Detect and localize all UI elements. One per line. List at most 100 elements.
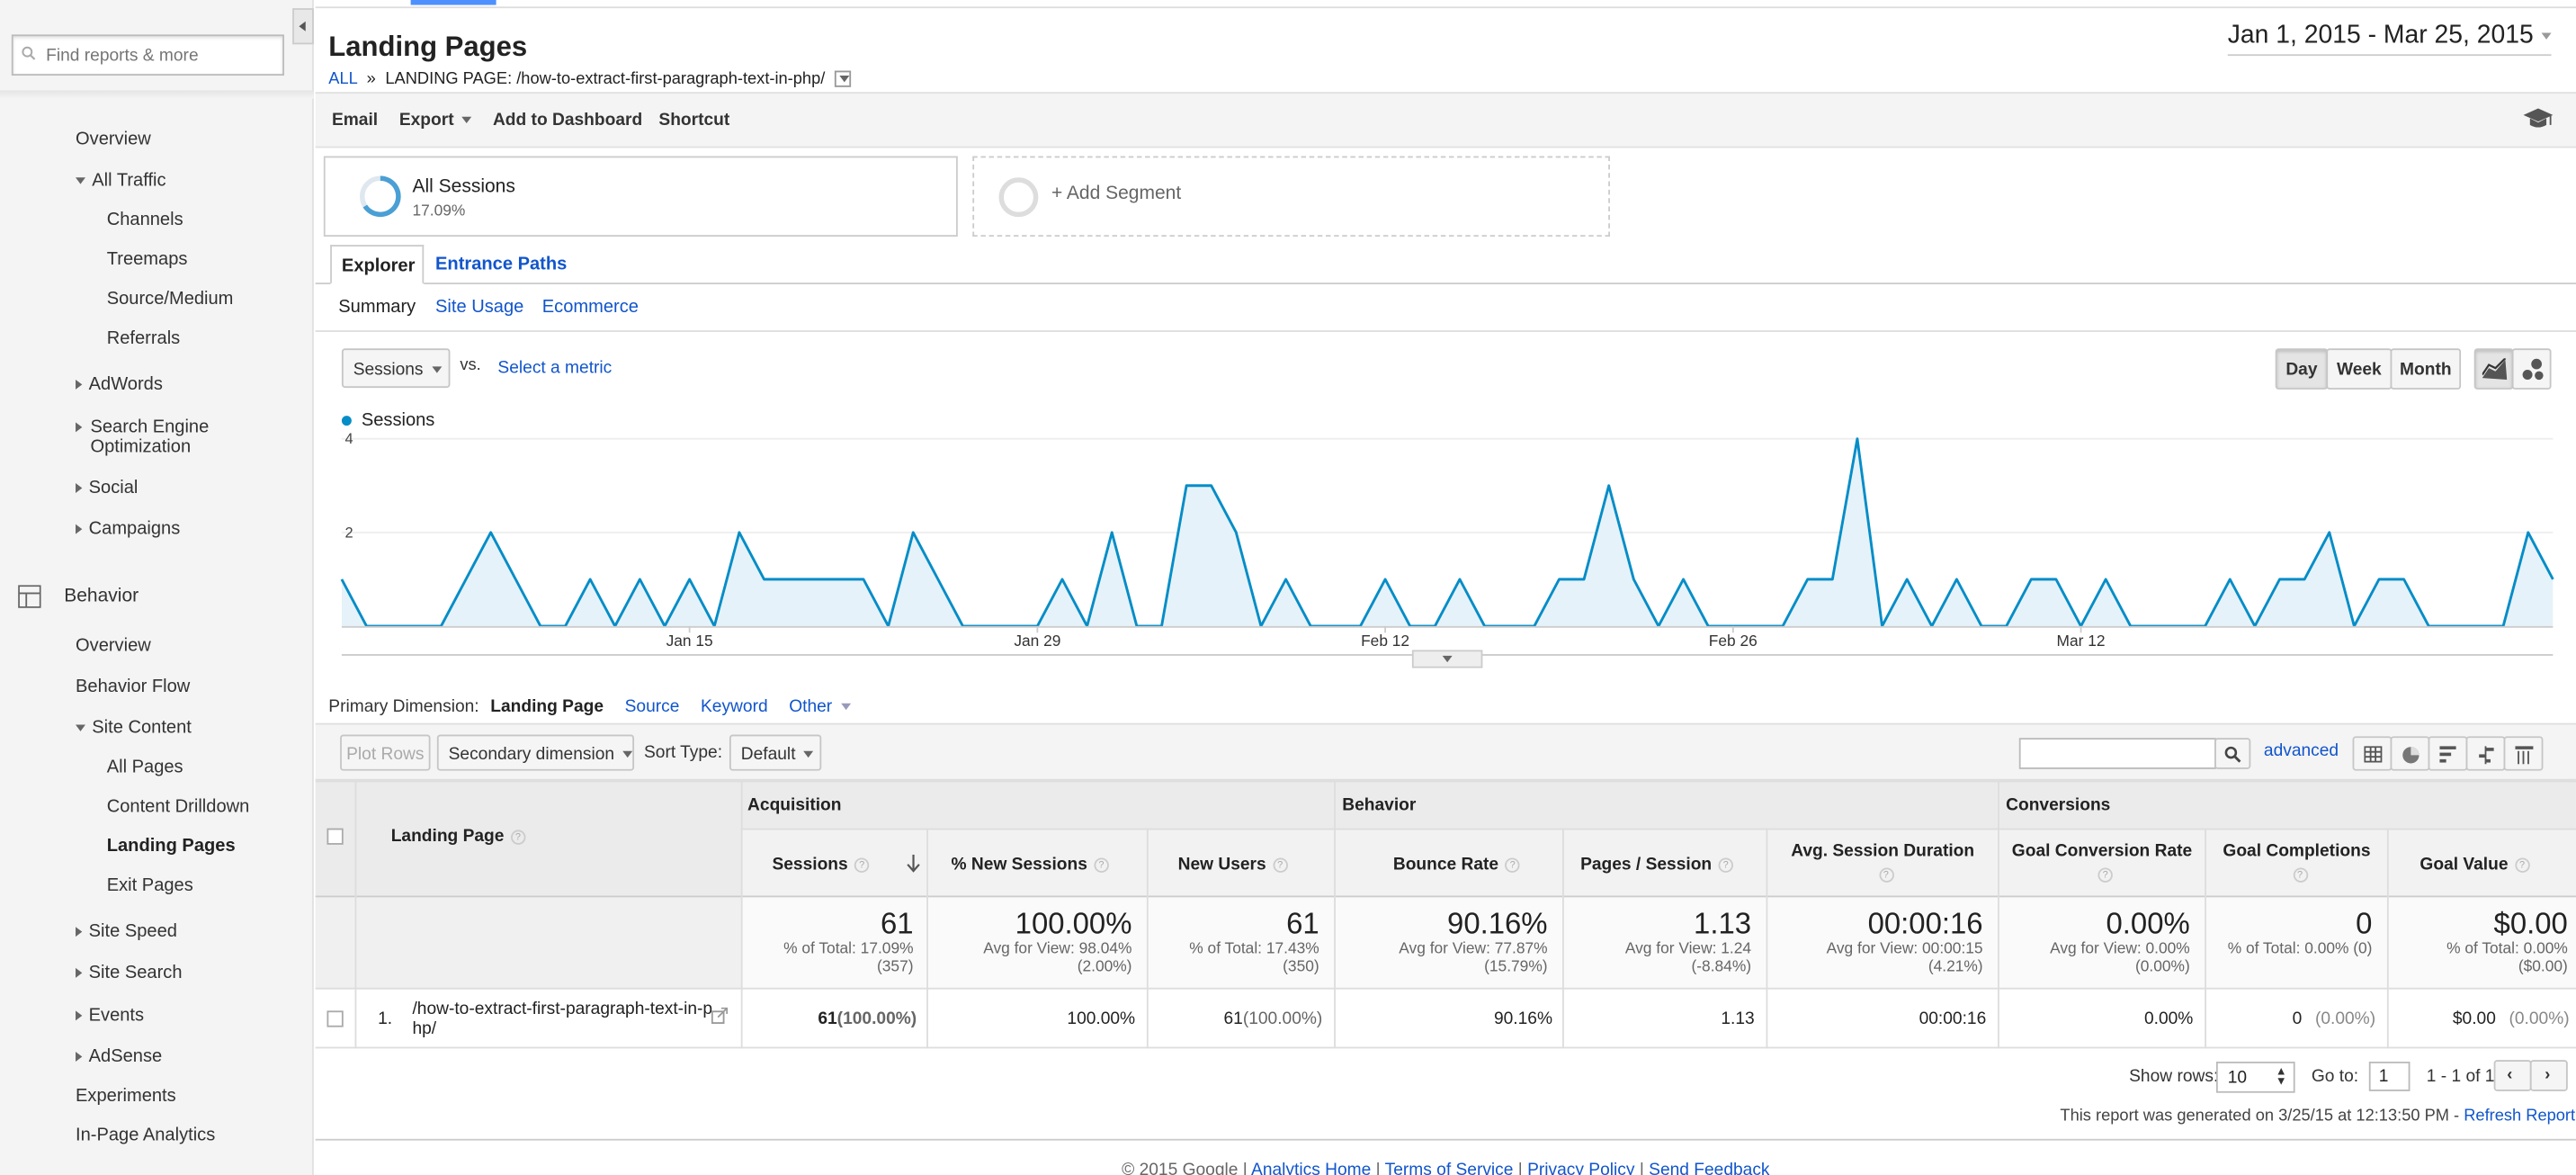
dimension-source-link[interactable]: Source: [625, 696, 680, 716]
help-icon[interactable]: ?: [1505, 857, 1520, 873]
col-new-sessions[interactable]: % New Sessions?: [952, 855, 1109, 875]
send-feedback-link[interactable]: Send Feedback: [1649, 1161, 1769, 1175]
line-chart-button[interactable]: [2473, 348, 2514, 390]
sidebar-item-treemaps[interactable]: Treemaps: [107, 250, 188, 270]
sidebar-item-site-search[interactable]: Site Search: [76, 963, 183, 983]
collapse-sidebar-button[interactable]: [292, 8, 314, 45]
help-icon[interactable]: ?: [1718, 857, 1733, 873]
search-box[interactable]: [11, 34, 284, 76]
privacy-policy-link[interactable]: Privacy Policy: [1527, 1161, 1634, 1175]
sidebar-item-in-page-analytics[interactable]: In-Page Analytics: [76, 1126, 215, 1145]
day-button[interactable]: Day: [2275, 348, 2329, 390]
col-sessions[interactable]: Sessions?: [772, 855, 870, 875]
add-segment-button[interactable]: + Add Segment: [972, 156, 1610, 238]
analytics-home-link[interactable]: Analytics Home: [1251, 1161, 1371, 1175]
sidebar-item-adsense[interactable]: AdSense: [76, 1047, 162, 1066]
sidebar-section-behavior[interactable]: Behavior: [64, 587, 139, 606]
prev-page-button[interactable]: ‹: [2493, 1060, 2532, 1091]
metric-selector[interactable]: Sessions: [341, 348, 451, 389]
sort-type-dropdown[interactable]: Default: [729, 734, 822, 771]
help-icon[interactable]: ?: [2514, 857, 2530, 873]
external-link-icon[interactable]: [711, 1007, 729, 1024]
motion-chart-button[interactable]: [2511, 348, 2552, 390]
add-to-dashboard-button[interactable]: Add to Dashboard: [493, 110, 642, 130]
col-new-users[interactable]: New Users?: [1178, 855, 1288, 875]
help-icon[interactable]: ?: [2292, 866, 2308, 883]
month-button[interactable]: Month: [2390, 348, 2462, 390]
dimension-other-link[interactable]: Other: [789, 696, 851, 716]
date-range-picker[interactable]: Jan 1, 2015 - Mar 25, 2015: [2227, 22, 2552, 57]
sidebar-item-referrals[interactable]: Referrals: [107, 328, 181, 348]
terms-of-service-link[interactable]: Terms of Service: [1385, 1161, 1514, 1175]
help-icon[interactable]: ?: [1094, 857, 1109, 873]
total-goal-completions: 0% of Total: 0.00% (0): [2210, 907, 2373, 958]
segment-all-sessions[interactable]: All Sessions 17.09%: [323, 156, 958, 238]
secondary-dimension-dropdown[interactable]: Secondary dimension: [436, 734, 635, 771]
col-goal-conversion-rate[interactable]: Goal Conversion Rate?: [1999, 839, 2205, 885]
sidebar-item-events[interactable]: Events: [76, 1006, 144, 1026]
advanced-filter-link[interactable]: advanced: [2264, 741, 2339, 761]
search-input[interactable]: [46, 39, 276, 71]
sidebar-item-landing-pages[interactable]: Landing Pages: [107, 837, 236, 857]
tab-entrance-paths[interactable]: Entrance Paths: [435, 255, 567, 274]
breadcrumb-dropdown[interactable]: [834, 71, 852, 88]
sidebar-item-site-speed[interactable]: Site Speed: [76, 922, 177, 942]
add-segment-ring-icon: [998, 177, 1039, 218]
sidebar-item-seo[interactable]: Search Engine Optimization: [76, 417, 256, 457]
email-button[interactable]: Email: [332, 110, 378, 130]
graduation-cap-icon[interactable]: [2523, 108, 2554, 130]
subtab-ecommerce[interactable]: Ecommerce: [542, 298, 639, 318]
subtab-summary[interactable]: Summary: [338, 298, 416, 318]
subtab-site-usage[interactable]: Site Usage: [435, 298, 523, 318]
next-page-button[interactable]: ›: [2529, 1060, 2568, 1091]
col-bounce-rate[interactable]: Bounce Rate?: [1393, 855, 1520, 875]
sidebar-item-exit-pages[interactable]: Exit Pages: [107, 876, 193, 896]
col-goal-value[interactable]: Goal Value?: [2419, 855, 2530, 875]
sidebar-item-acq-overview[interactable]: Overview: [76, 130, 151, 149]
sidebar-item-experiments[interactable]: Experiments: [76, 1086, 176, 1106]
select-metric-link[interactable]: Select a metric: [497, 358, 612, 378]
table-search-button[interactable]: [2214, 738, 2251, 769]
week-button[interactable]: Week: [2326, 348, 2393, 390]
sidebar-item-channels[interactable]: Channels: [107, 211, 183, 230]
report-generated: This report was generated on 3/25/15 at …: [2060, 1108, 2575, 1126]
table-search-input[interactable]: [2018, 738, 2216, 769]
view-pivot-button[interactable]: [2503, 736, 2544, 771]
tab-explorer[interactable]: Explorer: [330, 245, 425, 285]
sidebar-item-campaigns[interactable]: Campaigns: [76, 519, 180, 539]
sidebar-item-all-pages[interactable]: All Pages: [107, 758, 183, 777]
export-button[interactable]: Export: [399, 110, 472, 130]
help-icon[interactable]: ?: [1272, 857, 1288, 873]
show-rows-select[interactable]: 10 ▲ ▼: [2215, 1061, 2295, 1093]
col-avg-duration[interactable]: Avg. Session Duration?: [1767, 839, 1998, 885]
sidebar-item-social[interactable]: Social: [76, 479, 138, 498]
row-landing-page-link[interactable]: /how-to-extract-first-paragraph-text-in-…: [412, 1000, 716, 1039]
sidebar-item-adwords[interactable]: AdWords: [76, 374, 163, 394]
sidebar-item-source-medium[interactable]: Source/Medium: [107, 289, 234, 309]
breadcrumb-all-link[interactable]: ALL: [328, 71, 357, 89]
col-goal-completions[interactable]: Goal Completions?: [2206, 839, 2387, 885]
sidebar-item-site-content[interactable]: Site Content: [76, 718, 192, 738]
plot-rows-button[interactable]: Plot Rows: [340, 734, 431, 771]
sidebar-item-behavior-overview[interactable]: Overview: [76, 636, 151, 656]
help-icon[interactable]: ?: [854, 857, 870, 873]
select-all-checkbox[interactable]: [326, 828, 344, 845]
goto-input[interactable]: 1: [2368, 1061, 2411, 1091]
col-pages-session[interactable]: Pages / Session?: [1580, 855, 1733, 875]
help-icon[interactable]: ?: [2097, 866, 2113, 883]
shortcut-button[interactable]: Shortcut: [658, 110, 729, 130]
landing-page-header[interactable]: Landing Page?: [391, 827, 526, 847]
sidebar-item-label: Site Search: [88, 963, 183, 983]
view-table-button[interactable]: [2352, 736, 2393, 771]
refresh-report-link[interactable]: Refresh Report: [2464, 1108, 2575, 1126]
view-comparison-button[interactable]: [2465, 736, 2506, 771]
sidebar-item-all-traffic[interactable]: All Traffic: [76, 171, 166, 191]
dimension-keyword-link[interactable]: Keyword: [701, 696, 768, 716]
sidebar-item-content-drilldown[interactable]: Content Drilldown: [107, 797, 250, 817]
help-icon[interactable]: ?: [1878, 866, 1894, 883]
view-pie-button[interactable]: [2390, 736, 2430, 771]
help-icon[interactable]: ?: [510, 829, 526, 845]
sidebar-item-behavior-flow[interactable]: Behavior Flow: [76, 677, 190, 697]
view-performance-button[interactable]: [2428, 736, 2468, 771]
row-checkbox[interactable]: [326, 1010, 344, 1027]
